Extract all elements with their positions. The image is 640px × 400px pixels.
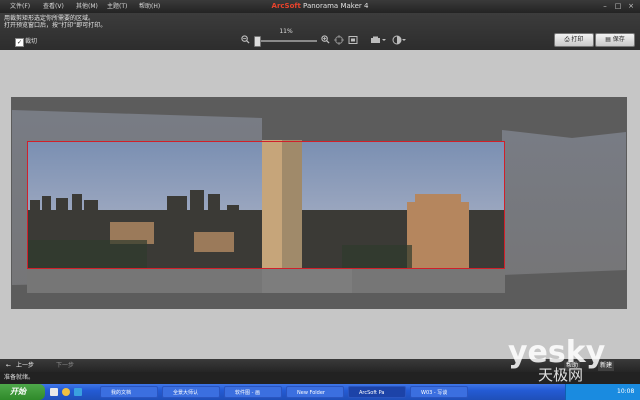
taskbar-item-word[interactable]: W03 - 写谈 [410,386,468,398]
crop-checkbox[interactable]: ✓ [15,38,24,47]
printer-icon: ⎙ [564,36,570,43]
print-button-label: 打印 [571,36,584,43]
brand-name: ArcSoft [271,2,301,10]
crop-rectangle[interactable] [27,141,505,269]
app-title: ArcSoft Panorama Maker 4 [0,1,640,12]
adjust-icon[interactable] [392,35,406,45]
save-icon: ▤ [605,36,611,43]
taskbar-item-paint[interactable]: 软件图 - 画 [224,386,282,398]
quick-launch-icon[interactable] [62,388,70,396]
clock: 10:08 [617,388,635,395]
quick-launch-icon[interactable] [74,388,82,396]
watermark-sub: 天极网 [538,366,584,384]
save-button-label: 保存 [612,36,625,43]
crop-label: 裁切 [25,38,38,45]
zoom-slider-track[interactable] [254,40,317,42]
maximize-button[interactable]: □ [613,2,623,11]
print-button[interactable]: ⎙ 打印 [554,33,594,47]
fit-window-icon[interactable] [334,35,344,45]
taskbar-item-new-folder[interactable]: New Folder [286,386,344,398]
minimize-button[interactable]: – [600,2,610,11]
save-button[interactable]: ▤ 保存 [595,33,635,47]
taskbar-item-arcsoft[interactable]: ArcSoft Pa [348,386,406,398]
start-button[interactable]: 开始 [0,384,45,400]
zoom-out-icon[interactable] [240,35,250,45]
instruction-line-2: 打开预览窗口后，按“打印”即可打印。 [4,22,107,29]
back-button[interactable]: 上一步 [16,361,34,371]
zoom-level-label: 11% [279,28,293,35]
zoom-in-icon[interactable] [320,35,330,45]
back-arrow-icon: ← [6,362,12,369]
taskbar-item-my-docs[interactable]: 我的文档 [100,386,158,398]
actual-size-icon[interactable] [348,35,358,45]
quick-launch-icon[interactable] [50,388,58,396]
forward-button[interactable]: 下一步 [56,361,74,371]
product-name: Panorama Maker 4 [303,2,369,10]
watermark: yesky 天极网 [508,338,618,388]
watermark-main: yesky [508,335,606,370]
zoom-slider-thumb[interactable] [253,36,261,47]
status-text: 准备就绪。 [4,374,35,381]
taskbar-item-folder[interactable]: 全景大师认 [162,386,220,398]
close-button[interactable]: × [626,2,636,11]
rotate-icon[interactable] [370,35,386,45]
instruction-line-1: 用裁剪矩形选定你所需要的区域。 [4,15,95,22]
